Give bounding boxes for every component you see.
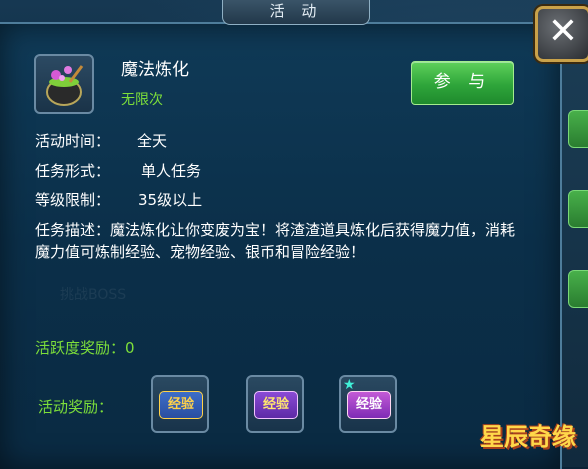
- close-icon: ✕: [547, 11, 579, 52]
- logo-text: 星辰奇缘: [480, 423, 576, 451]
- activity-limit: 无限次: [121, 92, 163, 108]
- window-title: 活 动: [222, 0, 370, 25]
- edge-join-button[interactable]: [568, 270, 588, 308]
- level-value: 35级以上: [138, 191, 203, 209]
- description-label: 任务描述：: [35, 221, 111, 239]
- description: 任务描述：魔法炼化让你变废为宝！将渣渣道具炼化后获得魔力值，消耗魔力值可炼制经验…: [35, 219, 525, 263]
- activity-name: 魔法炼化: [121, 60, 189, 80]
- ghost-text: 挑战BOSS: [60, 287, 127, 303]
- level-label: 等级限制：: [35, 191, 111, 209]
- cauldron-icon: [46, 65, 84, 106]
- reward-slot-pet-exp[interactable]: 经验: [246, 375, 304, 433]
- activity-icon-frame: [34, 54, 94, 114]
- edge-join-button[interactable]: [568, 190, 588, 228]
- game-logo: 星辰奇缘: [472, 415, 584, 463]
- pet-exp-badge: 经验: [254, 391, 298, 419]
- reward-label: 活动奖励：: [38, 398, 114, 416]
- mode-value: 单人任务: [141, 162, 202, 180]
- reward-slot-adventure-exp[interactable]: ★ 经验: [339, 375, 397, 433]
- background-list-edge: [560, 30, 588, 467]
- exp-badge: 经验: [159, 391, 203, 419]
- join-button[interactable]: 参 与: [411, 61, 514, 105]
- time-label: 活动时间：: [35, 132, 111, 150]
- mode-label: 任务形式：: [35, 162, 111, 180]
- active-reward: 活跃度奖励：0: [35, 339, 135, 357]
- edge-join-button[interactable]: [568, 110, 588, 148]
- reward-slot-exp[interactable]: 经验: [151, 375, 209, 433]
- time-value: 全天: [137, 132, 168, 150]
- adventure-exp-badge: 经验: [347, 391, 391, 419]
- close-button[interactable]: ✕: [535, 6, 588, 62]
